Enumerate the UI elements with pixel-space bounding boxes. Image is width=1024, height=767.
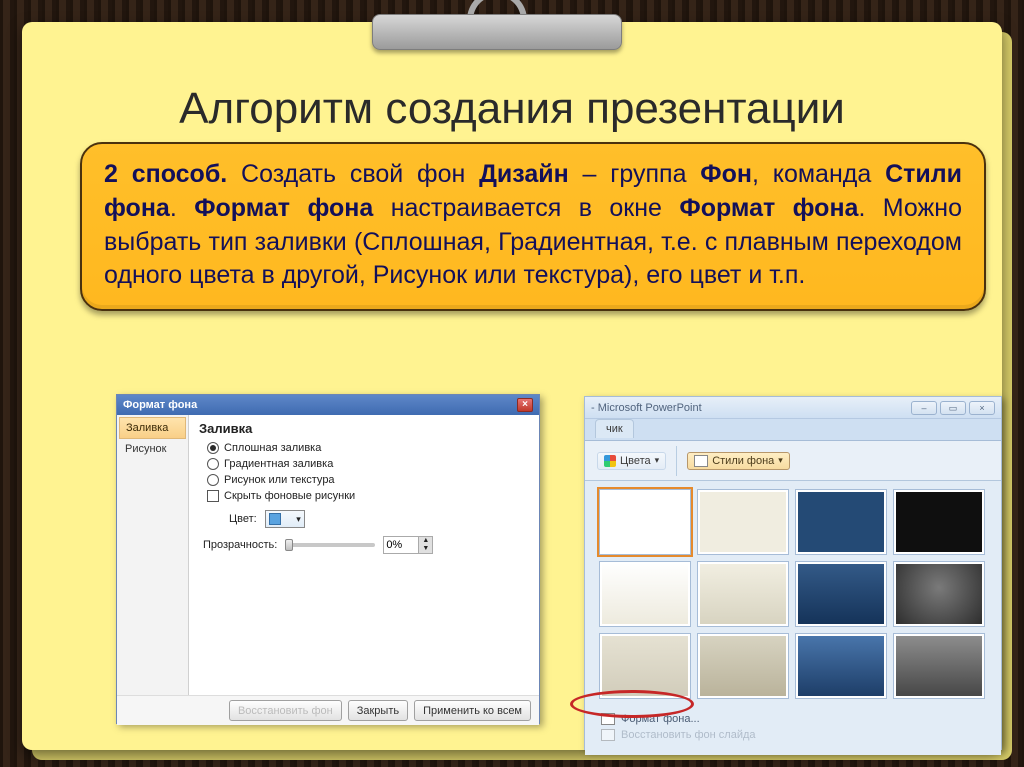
radio-icon xyxy=(207,474,219,486)
chevron-down-icon: ▾ xyxy=(655,455,660,466)
minimize-icon[interactable]: – xyxy=(911,401,937,415)
background-style-swatch[interactable] xyxy=(697,489,789,555)
radio-gradient-fill[interactable]: Градиентная заливка xyxy=(207,458,529,470)
panel-heading: Заливка xyxy=(199,421,529,436)
background-style-swatch[interactable] xyxy=(795,561,887,627)
window-titlebar: - Microsoft PowerPoint – ▭ × xyxy=(585,397,1001,419)
background-style-swatch[interactable] xyxy=(599,561,691,627)
sidebar-tab-fill[interactable]: Заливка xyxy=(119,417,186,439)
close-icon[interactable]: × xyxy=(969,401,995,415)
note-card: Алгоритм создания презентации 2 способ. … xyxy=(22,22,1002,750)
maximize-icon[interactable]: ▭ xyxy=(940,401,966,415)
chevron-down-icon: ▾ xyxy=(296,514,301,525)
reset-icon xyxy=(601,729,615,741)
chevron-down-icon: ▾ xyxy=(778,455,783,466)
opacity-input[interactable] xyxy=(384,537,418,553)
background-styles-gallery xyxy=(585,481,1001,703)
background-style-swatch[interactable] xyxy=(893,561,985,627)
background-style-swatch[interactable] xyxy=(599,489,691,555)
radio-icon xyxy=(207,442,219,454)
separator xyxy=(676,446,677,476)
restore-button[interactable]: Восстановить фон xyxy=(229,700,342,721)
color-swatch-icon xyxy=(269,513,281,525)
dialog-buttons: Восстановить фон Закрыть Применить ко вс… xyxy=(117,695,539,725)
radio-icon xyxy=(207,458,219,470)
sidebar-tab-picture[interactable]: Рисунок xyxy=(119,439,186,459)
apply-all-button[interactable]: Применить ко всем xyxy=(414,700,531,721)
background-style-swatch[interactable] xyxy=(795,489,887,555)
colors-icon xyxy=(604,455,616,467)
background-style-swatch[interactable] xyxy=(893,633,985,699)
reset-background-menu-item[interactable]: Восстановить фон слайда xyxy=(601,729,987,741)
dialog-titlebar: Формат фона × xyxy=(117,395,539,415)
opacity-spinner[interactable]: ▲ ▼ xyxy=(383,536,433,554)
colors-button[interactable]: Цвета ▾ xyxy=(597,452,666,470)
color-label: Цвет: xyxy=(229,513,257,525)
dialog-title: Формат фона xyxy=(123,399,197,411)
background-style-swatch[interactable] xyxy=(599,633,691,699)
background-styles-button[interactable]: Стили фона ▾ xyxy=(687,452,790,470)
radio-solid-fill[interactable]: Сплошная заливка xyxy=(207,442,529,454)
step-up-icon[interactable]: ▲ xyxy=(418,537,432,545)
ribbon-tab[interactable]: чик xyxy=(595,419,634,438)
app-title: - Microsoft PowerPoint xyxy=(591,402,702,414)
checkbox-hide-bg[interactable]: Скрыть фоновые рисунки xyxy=(207,490,529,502)
background-style-swatch[interactable] xyxy=(795,633,887,699)
body-text: 2 способ. Создать свой фон Дизайн – груп… xyxy=(80,142,986,311)
background-style-swatch[interactable] xyxy=(697,633,789,699)
close-icon[interactable]: × xyxy=(517,398,533,412)
annotation-circle xyxy=(570,690,694,718)
radio-picture-texture[interactable]: Рисунок или текстура xyxy=(207,474,529,486)
background-style-swatch[interactable] xyxy=(697,561,789,627)
opacity-slider[interactable] xyxy=(285,543,375,547)
ribbon-background-group: Цвета ▾ Стили фона ▾ xyxy=(585,441,1001,481)
binder-clip xyxy=(372,0,622,56)
color-picker-button[interactable]: ▾ xyxy=(265,510,305,528)
close-button[interactable]: Закрыть xyxy=(348,700,408,721)
dialog-panel: Заливка Сплошная заливка Градиентная зал… xyxy=(189,415,539,695)
background-style-swatch[interactable] xyxy=(893,489,985,555)
checkbox-icon xyxy=(207,490,219,502)
slider-thumb[interactable] xyxy=(285,539,293,551)
page-title: Алгоритм создания презентации xyxy=(22,84,1002,134)
opacity-label: Прозрачность: xyxy=(203,539,277,551)
page-icon xyxy=(694,455,708,467)
dialog-sidebar: Заливка Рисунок xyxy=(117,415,189,695)
format-background-dialog: Формат фона × Заливка Рисунок Заливка Сп… xyxy=(116,394,540,724)
step-down-icon[interactable]: ▼ xyxy=(418,545,432,553)
